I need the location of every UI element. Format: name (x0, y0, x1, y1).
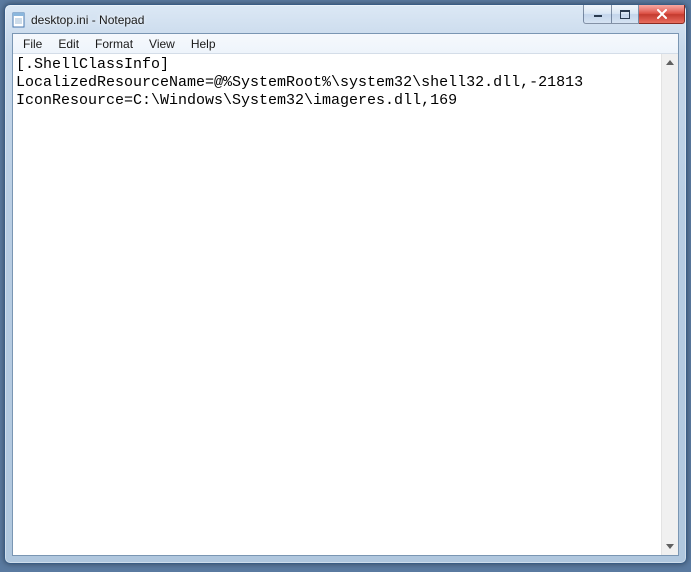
editor-wrap (13, 54, 678, 555)
scroll-up-button[interactable] (662, 54, 678, 71)
vertical-scrollbar[interactable] (661, 54, 678, 555)
window-controls (583, 5, 685, 24)
chevron-up-icon (666, 60, 674, 65)
maximize-button[interactable] (611, 5, 639, 24)
close-button[interactable] (639, 5, 685, 24)
text-editor[interactable] (13, 54, 661, 555)
notepad-window: desktop.ini - Notepad File Edit Format V… (4, 4, 687, 564)
scrollbar-track[interactable] (662, 71, 678, 538)
menubar: File Edit Format View Help (13, 34, 678, 54)
menu-view[interactable]: View (141, 35, 183, 53)
notepad-icon (11, 12, 27, 28)
menu-edit[interactable]: Edit (50, 35, 87, 53)
menu-help[interactable]: Help (183, 35, 224, 53)
menu-format[interactable]: Format (87, 35, 141, 53)
chevron-down-icon (666, 544, 674, 549)
titlebar[interactable]: desktop.ini - Notepad (5, 5, 686, 33)
client-area: File Edit Format View Help (12, 33, 679, 556)
menu-file[interactable]: File (15, 35, 50, 53)
minimize-button[interactable] (583, 5, 611, 24)
scroll-down-button[interactable] (662, 538, 678, 555)
